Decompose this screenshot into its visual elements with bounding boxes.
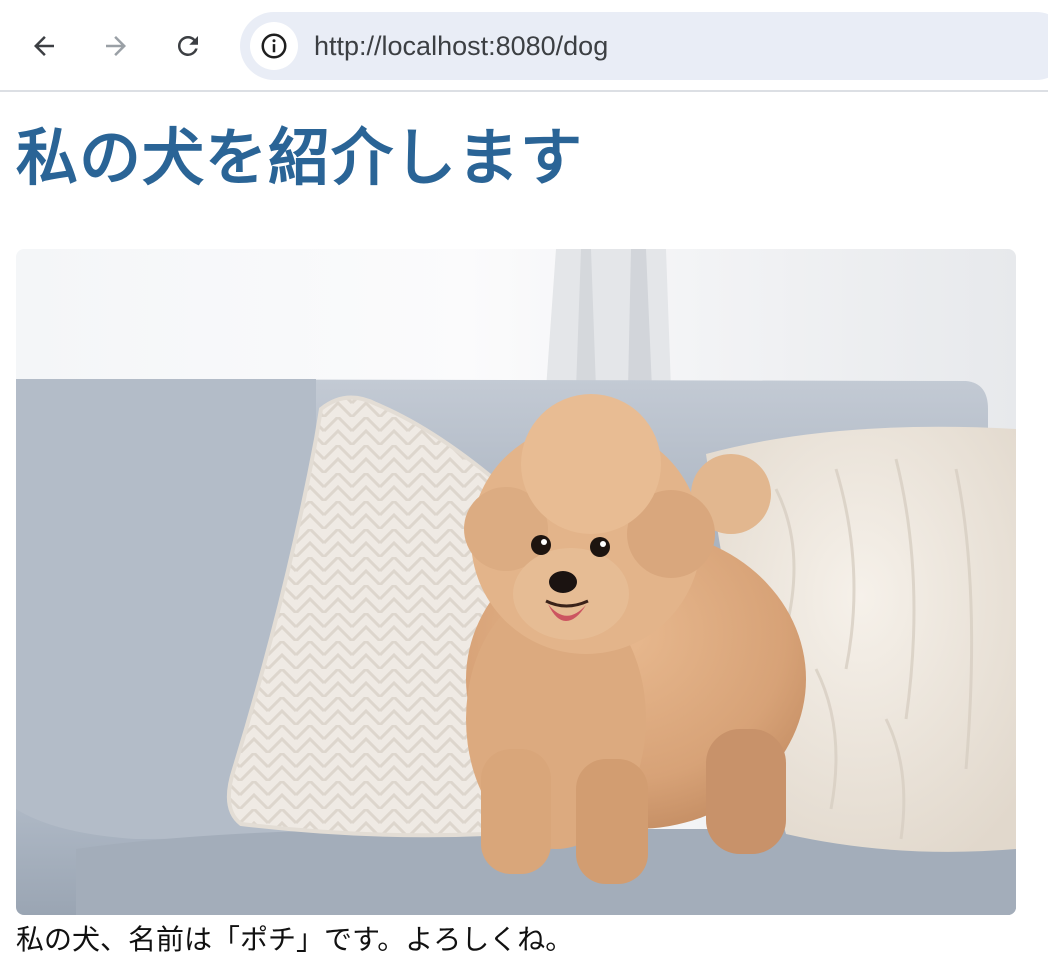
url-text[interactable]: http://localhost:8080/dog (314, 12, 608, 80)
info-icon (261, 33, 287, 59)
forward-button[interactable] (92, 22, 140, 70)
back-button[interactable] (20, 22, 68, 70)
address-bar[interactable]: http://localhost:8080/dog (240, 12, 1048, 80)
site-info-button[interactable] (250, 22, 298, 70)
back-arrow-icon (34, 36, 54, 56)
page-title: 私の犬を紹介します (16, 121, 584, 194)
dog-photo (16, 249, 1016, 915)
reload-button[interactable] (164, 22, 212, 70)
reload-icon (177, 35, 198, 56)
photo-caption: 私の犬、名前は「ポチ」です。よろしくね。 (16, 923, 574, 956)
browser-toolbar: http://localhost:8080/dog (0, 0, 1048, 92)
forward-arrow-icon (106, 36, 126, 56)
